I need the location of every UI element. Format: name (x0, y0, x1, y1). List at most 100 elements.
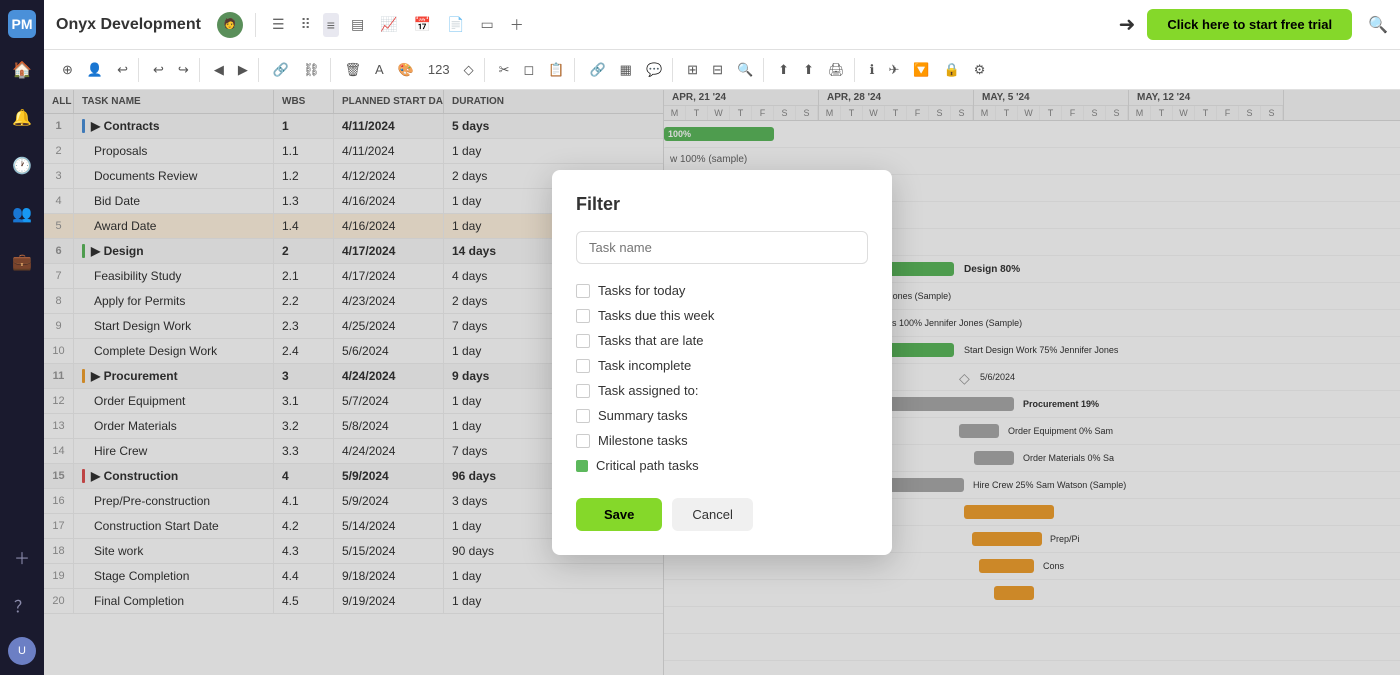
user-avatar[interactable]: U (8, 637, 36, 665)
undo-button[interactable]: ↩ (147, 58, 170, 82)
toolbar-group-link: 🔗 ⛓ (263, 58, 331, 82)
divider-1 (255, 13, 256, 37)
toolbar-group-export: ⬆ ⬆ 🖨 (768, 58, 855, 82)
toolbar-group-view: 🔗 ▦ 💬 (579, 58, 673, 82)
diamond-button[interactable]: ◇ (458, 58, 480, 82)
filter-search-input[interactable] (576, 231, 868, 264)
toolbar-group-settings: ℹ ✈ 🔽 🔒 ⚙ (859, 58, 995, 82)
add-person-button[interactable]: 👤 (81, 58, 109, 82)
content-area: ALL TASK NAME WBS PLANNED START DA ▼ DUR… (44, 90, 1400, 675)
unlink-button[interactable]: ⛓ (297, 58, 326, 82)
toolbar: ⊕ 👤 ↩ ↩ ↪ ◀ ▶ 🔗 ⛓ 🗑 A 🎨 123 ◇ (44, 50, 1400, 90)
filter-item-summary: Summary tasks (576, 403, 868, 428)
chat-button[interactable]: 💬 (640, 58, 668, 82)
document-icon[interactable]: 📄 (443, 12, 468, 37)
share-button[interactable]: ⬆ (797, 58, 820, 82)
columns-icon[interactable]: ⠿ (297, 12, 315, 37)
filter-save-button[interactable]: Save (576, 498, 662, 531)
filter-actions: Save Cancel (576, 498, 868, 531)
add-view-icon[interactable]: ＋ (506, 11, 528, 39)
sidebar-item-help[interactable]: ？ (6, 589, 38, 621)
filter-item-incomplete: Task incomplete (576, 353, 868, 378)
redo-button[interactable]: ↪ (172, 58, 195, 82)
add-resource-button[interactable]: ↩ (111, 58, 134, 82)
table-col-button[interactable]: ⊟ (706, 58, 729, 82)
filter-modal: Filter Tasks for today Tasks due this we… (552, 170, 892, 555)
toolbar-group-indent: ◀ ▶ (204, 58, 259, 82)
delete-button[interactable]: 🗑 (339, 58, 368, 82)
sidebar-item-people[interactable]: 👥 (6, 198, 38, 230)
filter-item-today: Tasks for today (576, 278, 868, 303)
toolbar-group-cut: ✂ ◻ 📋 (489, 58, 576, 82)
project-avatar: 🧑 (217, 12, 243, 38)
cta-arrow-icon: ➜ (1119, 12, 1136, 37)
filter-button[interactable]: 🔽 (907, 58, 935, 82)
checkbox-today[interactable] (576, 284, 590, 298)
sidebar-item-notifications[interactable]: 🔔 (6, 102, 38, 134)
export-button[interactable]: ⬆ (772, 58, 795, 82)
sidebar-item-clock[interactable]: 🕐 (6, 150, 38, 182)
filter-label-incomplete: Task incomplete (598, 358, 691, 373)
filter-item-assigned: Task assigned to: (576, 378, 868, 403)
filter-label-critical: Critical path tasks (596, 458, 699, 473)
gear-button[interactable]: ⚙ (968, 58, 992, 82)
info-button[interactable]: ℹ (863, 58, 880, 82)
number-button[interactable]: 123 (422, 58, 456, 81)
toolbar-group-add: ⊕ 👤 ↩ (52, 58, 139, 82)
checkbox-summary[interactable] (576, 409, 590, 423)
filter-label-assigned: Task assigned to: (598, 383, 698, 398)
panel-icon[interactable]: ▭ (476, 12, 497, 37)
indent-button[interactable]: ▶ (232, 58, 254, 82)
chain-button[interactable]: 🔗 (583, 58, 611, 82)
table-icon[interactable]: ▤ (347, 12, 368, 37)
filter-item-critical: Critical path tasks (576, 453, 868, 478)
checkbox-assigned[interactable] (576, 384, 590, 398)
search-icon[interactable]: 🔍 (1368, 15, 1388, 35)
checkbox-late[interactable] (576, 334, 590, 348)
outdent-button[interactable]: ◀ (208, 58, 230, 82)
link-button[interactable]: 🔗 (267, 58, 295, 82)
paint-button[interactable]: 🎨 (392, 58, 420, 82)
toolbar-group-table: ⊞ ⊟ 🔍 (677, 58, 764, 82)
filter-label-summary: Summary tasks (598, 408, 688, 423)
filter-label-milestone: Milestone tasks (598, 433, 688, 448)
project-title: Onyx Development (56, 16, 201, 34)
filter-item-late: Tasks that are late (576, 328, 868, 353)
filter-cancel-button[interactable]: Cancel (672, 498, 752, 531)
lock-button[interactable]: 🔒 (938, 58, 966, 82)
filter-label-late: Tasks that are late (598, 333, 704, 348)
filter-title: Filter (576, 194, 868, 215)
top-bar: Onyx Development 🧑 ☰ ⠿ ≡ ▤ 📈 📅 📄 ▭ ＋ ➜ C… (44, 0, 1400, 50)
cut-button[interactable]: ✂ (493, 58, 516, 82)
chart-icon[interactable]: 📈 (376, 12, 401, 37)
app-logo: PM (8, 10, 36, 38)
copy-button[interactable]: ◻ (518, 58, 541, 82)
filter-label-this-week: Tasks due this week (598, 308, 714, 323)
table-row-button[interactable]: ⊞ (681, 58, 704, 82)
font-button[interactable]: A (369, 58, 390, 81)
grid-button[interactable]: ▦ (614, 58, 638, 82)
toolbar-group-undo: ↩ ↪ (143, 58, 200, 82)
modal-overlay[interactable]: Filter Tasks for today Tasks due this we… (44, 90, 1400, 675)
toolbar-group-edit: 🗑 A 🎨 123 ◇ (335, 58, 485, 82)
filter-item-this-week: Tasks due this week (576, 303, 868, 328)
add-task-button[interactable]: ⊕ (56, 58, 79, 82)
checkbox-this-week[interactable] (576, 309, 590, 323)
calendar-icon[interactable]: 📅 (410, 12, 435, 37)
critical-path-color-dot (576, 460, 588, 472)
filter-item-milestone: Milestone tasks (576, 428, 868, 453)
left-sidebar: PM 🏠 🔔 🕐 👥 💼 ＋ ？ U (0, 0, 44, 675)
sidebar-item-home[interactable]: 🏠 (6, 54, 38, 86)
gantt-icon[interactable]: ≡ (323, 13, 339, 37)
checkbox-incomplete[interactable] (576, 359, 590, 373)
send-button[interactable]: ✈ (882, 58, 905, 82)
sidebar-item-add[interactable]: ＋ (6, 541, 38, 573)
cta-button[interactable]: Click here to start free trial (1147, 9, 1352, 40)
hamburger-icon[interactable]: ☰ (268, 12, 289, 37)
zoom-button[interactable]: 🔍 (731, 58, 759, 82)
print-button[interactable]: 🖨 (822, 58, 851, 82)
checkbox-milestone[interactable] (576, 434, 590, 448)
sidebar-item-portfolio[interactable]: 💼 (6, 246, 38, 278)
paste-button[interactable]: 📋 (542, 58, 570, 82)
filter-label-today: Tasks for today (598, 283, 685, 298)
